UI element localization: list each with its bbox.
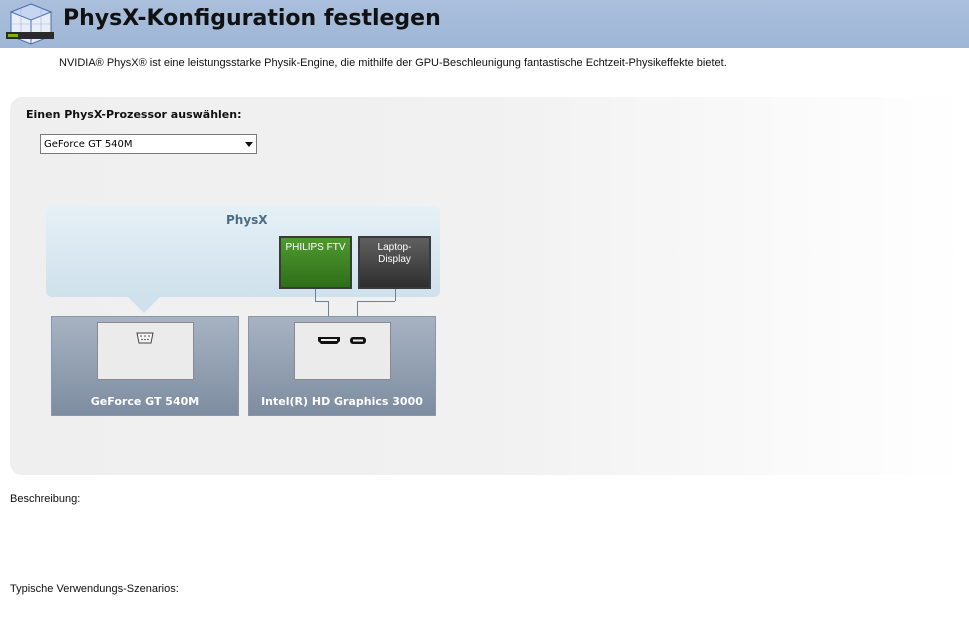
connection-wire xyxy=(315,289,316,301)
physx-pointer-arrow xyxy=(127,296,161,313)
monitor-label: PHILIPS FTV xyxy=(285,242,346,253)
gpu-label: Intel(R) HD Graphics 3000 xyxy=(261,395,423,408)
intro-text: NVIDIA® PhysX® ist eine leistungsstarke … xyxy=(59,57,727,69)
monitor-philips-ftv[interactable]: PHILIPS FTV xyxy=(279,236,352,289)
page-title: PhysX-Konfiguration festlegen xyxy=(63,6,441,31)
dropdown-selected-value: GeForce GT 540M xyxy=(44,139,133,150)
processor-select-label: Einen PhysX-Prozessor auswählen: xyxy=(26,108,242,121)
chevron-down-icon xyxy=(245,142,253,147)
physx-label: PhysX xyxy=(226,213,268,227)
vga-port-icon xyxy=(136,332,154,344)
gpu-geforce-gt-540m[interactable]: GeForce GT 540M xyxy=(51,316,239,416)
hdmi-port-icon xyxy=(318,337,340,344)
connection-wire xyxy=(395,289,396,301)
gpu-intel-hd-graphics-3000[interactable]: Intel(R) HD Graphics 3000 xyxy=(248,316,436,416)
monitor-laptop-display[interactable]: Laptop- Display xyxy=(358,236,431,289)
monitor-label: Laptop- Display xyxy=(377,242,412,265)
gpu-port-panel xyxy=(97,322,194,380)
physx-cube-icon xyxy=(6,3,54,45)
gpu-port-panel xyxy=(294,322,391,380)
physx-processor-dropdown[interactable]: GeForce GT 540M xyxy=(40,134,257,154)
usage-scenarios-label: Typische Verwendungs-Szenarios: xyxy=(10,583,179,595)
description-label: Beschreibung: xyxy=(10,493,81,505)
gpu-label: GeForce GT 540M xyxy=(90,395,200,408)
connection-wire xyxy=(315,301,328,302)
page-header: PhysX-Konfiguration festlegen xyxy=(0,0,969,48)
displayport-icon xyxy=(350,337,366,344)
connection-wire xyxy=(357,301,395,302)
